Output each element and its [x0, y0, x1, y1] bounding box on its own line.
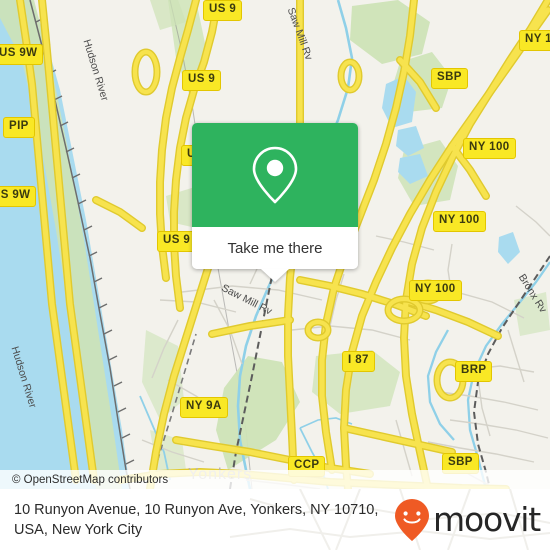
popup-tail — [261, 269, 289, 282]
road-shield-ny100-a[interactable]: NY 100 — [519, 30, 550, 51]
road-shield-brp[interactable]: BRP — [455, 361, 493, 382]
location-popup-card[interactable]: Take me there — [192, 123, 358, 282]
map-canvas[interactable]: Yonkers Hudson River Hudson River Saw Mi… — [0, 0, 550, 489]
road-shield-ny100-c[interactable]: NY 100 — [433, 211, 486, 232]
map-pin-icon — [252, 146, 298, 204]
moovit-logo: moovit — [392, 497, 541, 543]
road-shield-sbp-a[interactable]: SBP — [431, 68, 468, 89]
road-shield-i87[interactable]: I 87 — [342, 351, 375, 372]
road-shield-pip[interactable]: PIP — [3, 117, 35, 138]
road-shield-us9w-a[interactable]: US 9W — [0, 44, 44, 65]
osm-attribution-text: © OpenStreetMap contributors — [12, 473, 169, 486]
moovit-pin-smile-icon — [395, 498, 430, 541]
moovit-map-screenshot: Yonkers Hudson River Hudson River Saw Mi… — [0, 0, 550, 550]
take-me-there-label: Take me there — [227, 239, 323, 257]
address-text: 10 Runyon Avenue, 10 Runyon Ave, Yonkers… — [14, 501, 379, 538]
map-attribution-bar: © OpenStreetMap contributors — [0, 470, 550, 489]
road-shield-us9-b[interactable]: US 9 — [182, 70, 222, 91]
road-shield-ny9a[interactable]: NY 9A — [180, 397, 228, 418]
moovit-wordmark: moovit — [433, 500, 541, 539]
road-shield-us9w-b[interactable]: US 9W — [0, 186, 37, 207]
road-shield-us9-a[interactable]: US 9 — [203, 0, 243, 21]
road-shield-us9-c[interactable]: US 9 — [157, 231, 197, 252]
popup-icon-area — [192, 123, 358, 227]
footer-bar: 10 Runyon Avenue, 10 Runyon Ave, Yonkers… — [0, 489, 550, 550]
road-shield-ny100-b[interactable]: NY 100 — [463, 138, 516, 159]
popup-cta-area[interactable]: Take me there — [192, 227, 358, 282]
road-shield-ny100-d[interactable]: NY 100 — [409, 280, 462, 301]
